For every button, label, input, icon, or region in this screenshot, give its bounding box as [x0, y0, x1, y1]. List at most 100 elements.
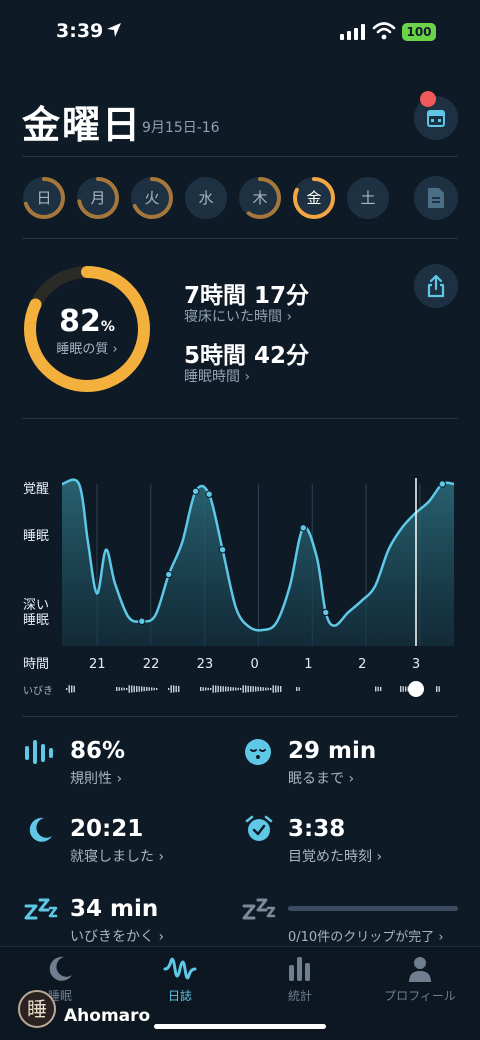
cellular-signal-icon: [340, 24, 365, 40]
snore-tick: [298, 687, 300, 691]
snore-tick: [173, 685, 175, 693]
snore-tick: [126, 688, 128, 690]
snore-tick: [178, 686, 180, 692]
x-axis-label: 時間: [23, 657, 50, 672]
snore-tick: [151, 687, 153, 691]
day-label: 木: [252, 189, 268, 207]
location-arrow-icon: [107, 23, 121, 37]
tab-profile-label: プロフィール: [384, 989, 456, 1003]
snore-tick: [255, 686, 257, 692]
username: Ahomaro: [64, 1006, 151, 1026]
event-dot: [299, 524, 307, 532]
event-dot: [138, 617, 146, 625]
calendar-icon: [427, 110, 445, 127]
battery-indicator: 100: [402, 23, 436, 41]
day-circle-1[interactable]: 月: [76, 176, 120, 220]
share-button[interactable]: [414, 264, 458, 308]
time-asleep-label[interactable]: 睡眠時間 ›: [184, 366, 250, 386]
fall-asleep-label[interactable]: 眠るまで ›: [288, 768, 354, 788]
x-tick-label: 22: [142, 657, 160, 672]
snore-tick: [400, 686, 402, 692]
snore-tick: [200, 687, 202, 691]
playhead-knob[interactable]: [408, 681, 424, 697]
snore-tick: [131, 685, 133, 693]
snore-tick: [265, 687, 267, 691]
snore-tick: [242, 685, 244, 693]
date-range: 9月15日-16: [142, 120, 220, 136]
home-indicator[interactable]: [154, 1024, 326, 1029]
snore-tick: [207, 687, 209, 691]
snore-tick: [245, 685, 247, 693]
snore-tick: [217, 685, 219, 693]
snore-timeline[interactable]: [0, 677, 480, 703]
clips-progress-label[interactable]: 0/10件のクリップが完了 ›: [288, 926, 444, 945]
event-dot: [218, 546, 227, 554]
sleep-hypnogram-chart[interactable]: [0, 470, 480, 655]
tab-stats-label: 統計: [287, 989, 312, 1003]
page-title: 金曜日: [22, 103, 143, 147]
time-in-bed-label[interactable]: 寝床にいた時間 ›: [184, 306, 292, 326]
snore-tick: [250, 686, 252, 692]
snore-tick: [210, 688, 212, 690]
day-label: 土: [360, 189, 376, 207]
tab-journal[interactable]: 日誌: [120, 955, 240, 1004]
snore-tick: [138, 686, 140, 692]
snore-tick: [170, 685, 172, 693]
day-label: 火: [144, 189, 160, 207]
document-icon: [428, 188, 444, 208]
day-circle-6[interactable]: 土: [346, 176, 390, 220]
tab-journal-label: 日誌: [167, 989, 192, 1003]
snore-tick: [153, 687, 155, 691]
x-tick-label: 3: [411, 657, 421, 672]
snore-tick: [141, 686, 143, 692]
time-in-bed-value: 7時間 17分: [184, 283, 310, 309]
tab-stats[interactable]: 統計: [240, 955, 360, 1004]
tab-profile[interactable]: プロフィール: [360, 955, 480, 1004]
divider: [22, 156, 458, 157]
day-label: 水: [198, 189, 214, 207]
snore-tick: [73, 685, 75, 693]
day-circle-4[interactable]: 木: [238, 176, 282, 220]
snore-tick: [436, 686, 438, 692]
event-dot: [165, 570, 173, 579]
tab-sleep[interactable]: 睡眠: [0, 955, 120, 1004]
snore-tick: [205, 687, 207, 691]
day-label: 日: [36, 189, 52, 207]
snore-tick: [380, 687, 382, 691]
x-tick-label: 23: [196, 657, 214, 672]
person-icon: [409, 957, 431, 982]
snore-tick: [377, 686, 379, 692]
snore-duration-value: 34 min: [70, 896, 159, 922]
wake-time-label[interactable]: 目覚めた時刻 ›: [288, 846, 382, 866]
snore-tick: [267, 687, 269, 691]
bedtime-label[interactable]: 就寝しました ›: [70, 846, 164, 866]
x-tick-label: 1: [304, 657, 313, 672]
alarm-clock-icon: [245, 815, 273, 841]
day-label: 金: [306, 189, 322, 207]
bars-icon: [289, 957, 310, 981]
snore-tick: [133, 685, 135, 693]
avatar: 睡: [18, 990, 56, 1028]
snore-tick: [402, 686, 404, 692]
regularity-label[interactable]: 規則性 ›: [70, 768, 122, 788]
day-circle-5[interactable]: 金: [292, 176, 336, 220]
snore-tick: [168, 688, 170, 690]
report-button[interactable]: [414, 176, 458, 220]
snore-tick: [175, 685, 177, 693]
event-dot: [205, 490, 213, 498]
snore-tick: [148, 687, 150, 691]
snore-tick: [296, 687, 298, 691]
sleep-quality-value: 82%: [59, 304, 115, 339]
snore-tick: [227, 686, 229, 692]
snore-duration-label[interactable]: いびきをかく ›: [70, 926, 164, 946]
divider: [22, 238, 458, 239]
sleep-quality-label[interactable]: 睡眠の質 ›: [22, 338, 152, 357]
notification-badge: [420, 91, 436, 107]
snore-tick: [121, 687, 123, 691]
sleepy-face-icon: [245, 739, 271, 765]
day-circle-3[interactable]: 水: [184, 176, 228, 220]
day-circle-2[interactable]: 火: [130, 176, 174, 220]
divider: [22, 418, 458, 419]
wifi-icon: [372, 22, 396, 40]
day-circle-0[interactable]: 日: [22, 176, 66, 220]
